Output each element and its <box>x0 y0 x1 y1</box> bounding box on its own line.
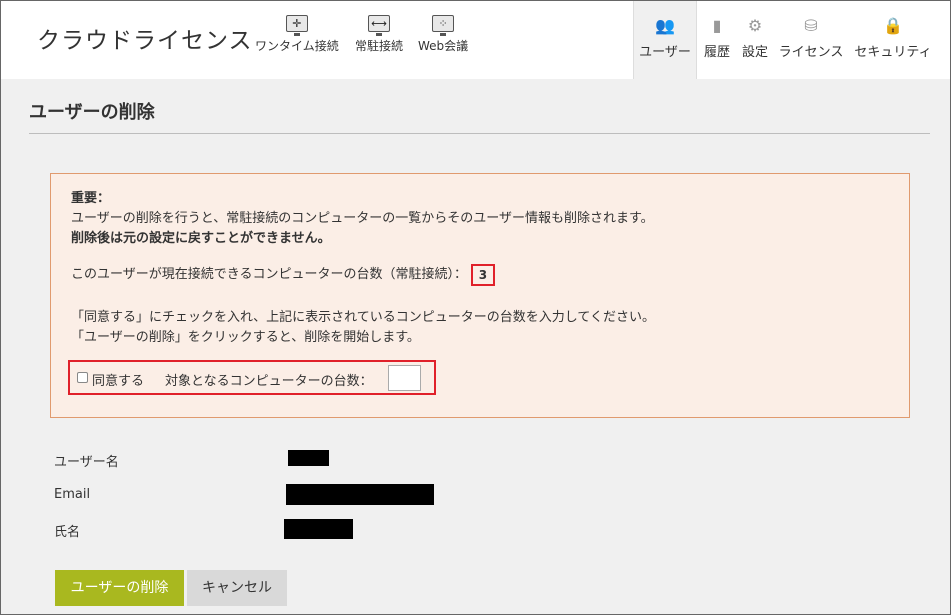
delete-user-button[interactable]: ユーザーの削除 <box>55 570 184 606</box>
nav-item-label: ユーザー <box>639 45 691 60</box>
nav-item-license[interactable]: ⛁ ライセンス <box>777 1 845 79</box>
warning-box: 重要： ユーザーの削除を行うと、常駐接続のコンピューターの一覧からそのユーザー情… <box>50 173 910 418</box>
history-icon: ▮ <box>712 16 722 35</box>
warning-line-2: 削除後は元の設定に戻すことができません。 <box>71 231 331 246</box>
email-label: Email <box>54 487 91 502</box>
target-count-input[interactable] <box>388 365 421 391</box>
nav-item-history[interactable]: ▮ 履歴 <box>701 1 733 79</box>
agree-row: 同意する 対象となるコンピューターの台数： <box>68 360 436 395</box>
quick-link-resident[interactable]: ⟷ 常駐接続 <box>355 15 403 54</box>
cancel-button[interactable]: キャンセル <box>187 570 287 606</box>
lock-icon: 🔒 <box>883 16 903 35</box>
quick-link-onetime[interactable]: ✛ ワンタイム接続 <box>255 15 339 54</box>
full-name-redacted <box>284 519 353 539</box>
nav-item-label: セキュリティ <box>854 45 932 60</box>
resident-connect-icon: ⟷ <box>368 15 390 36</box>
window-frame: クラウドライセンス ✛ ワンタイム接続 ⟷ 常駐接続 ⁘ Web会議 👥 ユーザ… <box>0 0 951 615</box>
license-icon: ⛁ <box>804 16 818 35</box>
agree-label[interactable]: 同意する <box>92 370 144 389</box>
nav-item-users[interactable]: 👥 ユーザー <box>633 1 697 79</box>
target-count-label: 対象となるコンピューターの台数： <box>165 374 373 389</box>
quick-link-label: 常駐接続 <box>355 39 404 53</box>
email-redacted <box>286 484 434 505</box>
quick-link-label: ワンタイム接続 <box>255 39 339 53</box>
username-redacted <box>288 450 329 466</box>
gear-icon: ⚙ <box>747 16 763 35</box>
username-label: ユーザー名 <box>54 455 119 470</box>
computer-count-value: 3 <box>470 263 495 286</box>
computer-count-label: このユーザーが現在接続できるコンピューターの台数（常駐接続）： <box>71 267 467 282</box>
page-title-bar: ユーザーの削除 <box>29 79 930 134</box>
full-name-label: 氏名 <box>54 525 81 540</box>
computer-count-row: このユーザーが現在接続できるコンピューターの台数（常駐接続）： 3 <box>71 263 495 286</box>
web-meeting-icon: ⁘ <box>432 15 455 36</box>
instruction-line-2: 「ユーザーの削除」をクリックすると、削除を開始します。 <box>71 330 420 345</box>
page-title: ユーザーの削除 <box>29 102 155 123</box>
agree-checkbox[interactable] <box>77 372 88 383</box>
nav-item-label: ライセンス <box>778 45 844 60</box>
nav-item-security[interactable]: 🔒 セキュリティ <box>853 1 933 79</box>
users-icon: 👥 <box>655 16 675 35</box>
nav-item-label: 履歴 <box>703 45 730 60</box>
nav-item-label: 設定 <box>741 45 768 60</box>
warning-line-1: ユーザーの削除を行うと、常駐接続のコンピューターの一覧からそのユーザー情報も削除… <box>71 211 654 226</box>
instruction-line-1: 「同意する」にチェックを入れ、上記に表示されているコンピューターの台数を入力して… <box>71 310 655 325</box>
top-header: クラウドライセンス ✛ ワンタイム接続 ⟷ 常駐接続 ⁘ Web会議 👥 ユーザ… <box>1 1 950 79</box>
warning-heading: 重要： <box>71 191 111 206</box>
nav-item-settings[interactable]: ⚙ 設定 <box>739 1 771 79</box>
onetime-connect-icon: ✛ <box>285 15 308 36</box>
app-logo[interactable]: クラウドライセンス <box>37 21 253 55</box>
quick-link-label: Web会議 <box>418 39 469 53</box>
quick-link-web-meeting[interactable]: ⁘ Web会議 <box>418 15 468 54</box>
